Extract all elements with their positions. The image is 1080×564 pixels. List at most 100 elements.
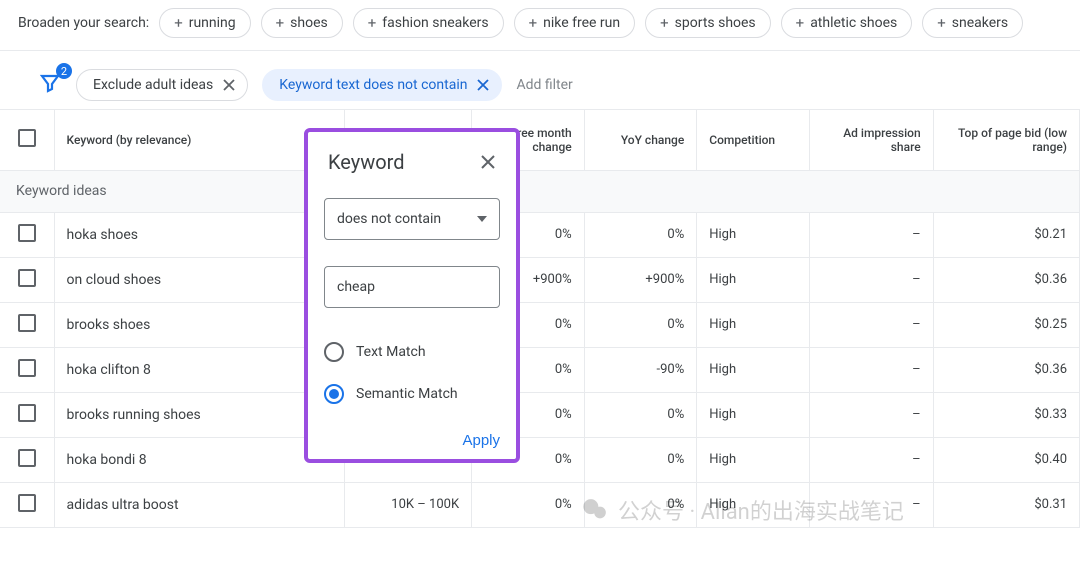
cell-impression: – xyxy=(809,437,933,482)
keyword-filter-popup: Keyword does not contain cheap Text Matc… xyxy=(304,128,520,463)
chip-label: shoes xyxy=(290,15,328,31)
close-icon[interactable] xyxy=(480,154,496,170)
cell-impression: – xyxy=(809,302,933,347)
radio-semantic-match[interactable]: Semantic Match xyxy=(324,384,500,404)
cell-bid: $0.40 xyxy=(933,437,1079,482)
cell-competition: High xyxy=(697,302,810,347)
row-checkbox-cell xyxy=(0,437,54,482)
plus-icon: + xyxy=(796,14,805,32)
row-checkbox-cell xyxy=(0,347,54,392)
table-row: hoka shoes0%0%High–$0.21 xyxy=(0,212,1080,257)
section-row: Keyword ideas xyxy=(0,170,1080,212)
cell-competition: High xyxy=(697,482,810,527)
plus-icon: + xyxy=(368,14,377,32)
keyword-table: Keyword (by relevance) Avg. monthly sear… xyxy=(0,110,1080,528)
table-row: brooks running shoes0%0%High–$0.33 xyxy=(0,392,1080,437)
radio-icon xyxy=(324,342,344,362)
table-row: adidas ultra boost10K – 100K0%0%High–$0.… xyxy=(0,482,1080,527)
broaden-chip[interactable]: + sneakers xyxy=(922,8,1023,38)
broaden-chip[interactable]: +athletic shoes xyxy=(781,8,913,38)
cell-bid: $0.21 xyxy=(933,212,1079,257)
cell-keyword: on cloud shoes xyxy=(54,257,344,302)
cell-yoy: 0% xyxy=(584,212,697,257)
filter-row: 2 Exclude adult ideas Keyword text does … xyxy=(0,51,1080,110)
plus-icon: + xyxy=(937,14,946,32)
row-checkbox[interactable] xyxy=(18,404,36,422)
header-impression[interactable]: Ad impression share xyxy=(809,110,933,170)
chip-label: Exclude adult ideas xyxy=(93,77,213,93)
cell-competition: High xyxy=(697,392,810,437)
header-competition[interactable]: Competition xyxy=(697,110,810,170)
match-type-select[interactable]: does not contain xyxy=(324,198,500,240)
plus-icon: + xyxy=(174,14,183,32)
plus-icon: + xyxy=(529,14,538,32)
popup-title: Keyword xyxy=(328,150,405,174)
broaden-chip[interactable]: + shoes xyxy=(261,8,343,38)
filter-badge: 2 xyxy=(56,63,72,79)
radio-label: Semantic Match xyxy=(356,386,458,402)
header-bid[interactable]: Top of page bid (low range) xyxy=(933,110,1079,170)
chip-label: sneakers xyxy=(952,15,1008,31)
cell-impression: – xyxy=(809,392,933,437)
cell-bid: $0.36 xyxy=(933,257,1079,302)
add-filter[interactable]: Add filter xyxy=(516,77,572,93)
cell-bid: $0.31 xyxy=(933,482,1079,527)
cell-bid: $0.25 xyxy=(933,302,1079,347)
row-checkbox[interactable] xyxy=(18,314,36,332)
select-all-checkbox[interactable] xyxy=(18,129,36,147)
cell-yoy: 0% xyxy=(584,392,697,437)
cell-impression: – xyxy=(809,482,933,527)
row-checkbox[interactable] xyxy=(18,449,36,467)
select-value: does not contain xyxy=(337,211,441,227)
table-row: hoka clifton 80%-90%High–$0.36 xyxy=(0,347,1080,392)
row-checkbox-cell xyxy=(0,257,54,302)
close-icon[interactable] xyxy=(223,79,235,91)
chip-label: running xyxy=(189,15,236,31)
header-keyword[interactable]: Keyword (by relevance) xyxy=(54,110,344,170)
keyword-text-input[interactable]: cheap xyxy=(324,266,500,308)
cell-keyword: hoka shoes xyxy=(54,212,344,257)
table-row: on cloud shoes+900%+900%High–$0.36 xyxy=(0,257,1080,302)
cell-impression: – xyxy=(809,212,933,257)
cell-yoy: 0% xyxy=(584,482,697,527)
cell-impression: – xyxy=(809,257,933,302)
row-checkbox[interactable] xyxy=(18,359,36,377)
cell-impression: – xyxy=(809,347,933,392)
table-header-row: Keyword (by relevance) Avg. monthly sear… xyxy=(0,110,1080,170)
close-icon[interactable] xyxy=(477,79,489,91)
cell-keyword: brooks shoes xyxy=(54,302,344,347)
broaden-chip[interactable]: +sports shoes xyxy=(645,8,771,38)
radio-icon xyxy=(324,384,344,404)
cell-competition: High xyxy=(697,212,810,257)
cell-searches: 10K – 100K xyxy=(344,482,471,527)
broaden-chip[interactable]: + running xyxy=(159,8,250,38)
section-label: Keyword ideas xyxy=(0,170,1080,212)
row-checkbox[interactable] xyxy=(18,224,36,242)
chip-label: sports shoes xyxy=(675,15,756,31)
plus-icon: + xyxy=(276,14,285,32)
chip-label: nike free run xyxy=(543,15,620,31)
popup-footer: Apply xyxy=(324,426,500,449)
table-row: hoka bondi 80%0%High–$0.40 xyxy=(0,437,1080,482)
filter-icon-wrap[interactable]: 2 xyxy=(38,71,62,99)
chip-label: Keyword text does not contain xyxy=(279,77,467,93)
header-yoy[interactable]: YoY change xyxy=(584,110,697,170)
cell-competition: High xyxy=(697,347,810,392)
broaden-chip[interactable]: + nike free run xyxy=(514,8,636,38)
filter-chip-exclude-adult[interactable]: Exclude adult ideas xyxy=(76,69,248,101)
header-checkbox-cell xyxy=(0,110,54,170)
table-body: Keyword ideas hoka shoes0%0%High–$0.21on… xyxy=(0,170,1080,527)
radio-text-match[interactable]: Text Match xyxy=(324,342,500,362)
cell-yoy: 0% xyxy=(584,437,697,482)
broaden-chip[interactable]: +fashion sneakers xyxy=(353,8,504,38)
row-checkbox-cell xyxy=(0,482,54,527)
row-checkbox[interactable] xyxy=(18,494,36,512)
row-checkbox-cell xyxy=(0,392,54,437)
broaden-search-row: Broaden your search: +running +shoes +fa… xyxy=(0,0,1080,51)
row-checkbox[interactable] xyxy=(18,269,36,287)
cell-yoy: +900% xyxy=(584,257,697,302)
apply-button[interactable]: Apply xyxy=(462,432,500,449)
cell-competition: High xyxy=(697,437,810,482)
cell-three-month: 0% xyxy=(472,482,585,527)
filter-chip-not-contain[interactable]: Keyword text does not contain xyxy=(262,69,502,101)
